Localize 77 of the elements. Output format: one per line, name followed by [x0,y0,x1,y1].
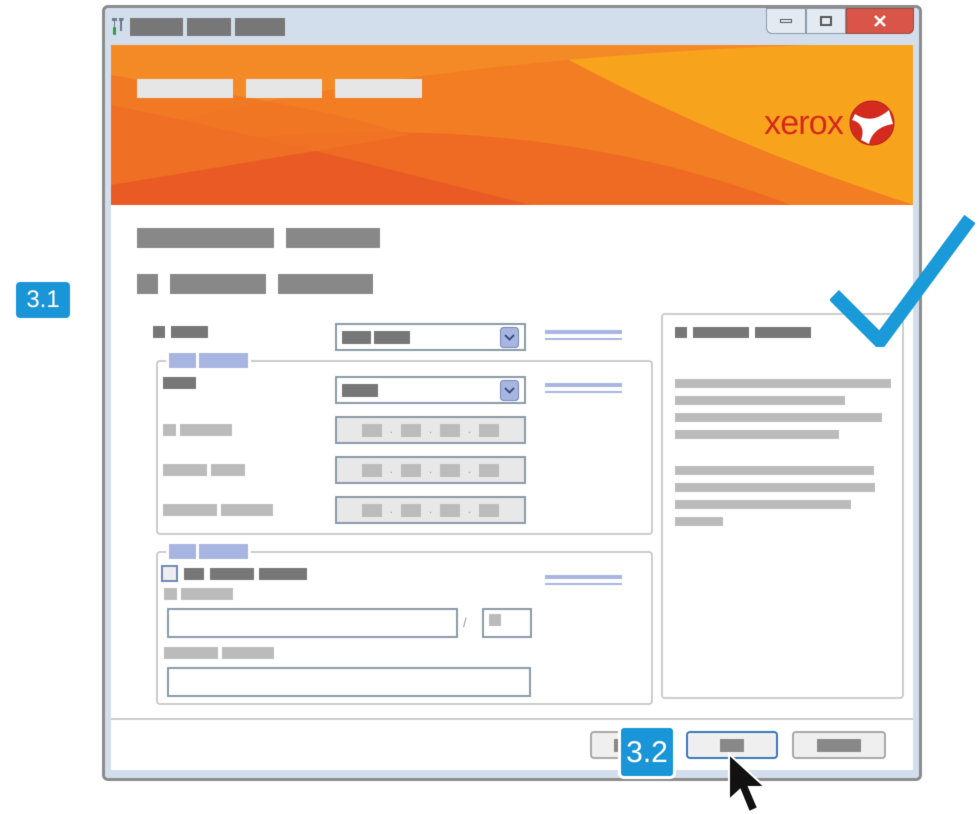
minimize-button[interactable] [766,8,806,34]
redacted-text [675,327,687,338]
separator: . [428,504,432,516]
redacted-text [693,327,749,338]
maximize-button[interactable] [806,8,846,34]
redacted-text [199,544,248,559]
separator: . [468,504,472,516]
chevron-down-icon [500,326,519,348]
redacted-text [400,464,421,476]
separator: . [468,424,472,436]
separator: . [390,424,393,436]
tools-icon [110,16,126,36]
separator: . [390,504,393,516]
redacted-text [440,504,460,516]
redacted-text [163,504,217,516]
checkbox[interactable] [161,565,178,582]
separator: . [428,464,432,476]
redacted-text [164,588,177,600]
redacted-text [342,330,371,344]
separator: . [468,464,472,476]
redacted-text [153,326,165,338]
ip-address-field[interactable]: . . . [335,496,526,524]
close-icon [874,15,886,27]
dropdown[interactable] [335,376,526,404]
redacted-text [184,568,204,580]
redacted-text [221,504,273,516]
redacted-text [211,464,245,476]
ip-address-field[interactable]: . . . [335,456,526,484]
redacted-text [163,424,176,436]
redacted-text [171,326,208,338]
step-badge: 3.2 [618,725,676,779]
redacted-text [479,464,500,476]
redacted-text [400,424,421,436]
redacted-text [199,353,248,368]
close-button[interactable] [846,8,914,34]
dialog-button[interactable] [590,731,621,759]
redacted-text [169,544,196,559]
redacted-text [163,377,196,389]
redacted-text [479,424,500,436]
redacted-text [489,614,501,626]
brand-logo: xerox [764,106,843,140]
redacted-text [400,504,421,516]
redacted-text [362,504,382,516]
redacted-text [479,504,500,516]
sphere-icon [849,100,895,146]
redacted-text [187,18,231,36]
redacted-text [755,327,811,338]
redacted-text [210,568,254,580]
separator: . [428,424,432,436]
redacted-text [362,424,382,436]
redacted-text [163,464,207,476]
input-field[interactable] [482,608,532,638]
redacted-text [137,274,158,294]
chevron-down-icon [500,380,519,400]
redacted-text [342,384,378,396]
ip-address-field[interactable]: . . . [335,416,526,444]
dialog-button[interactable] [792,731,886,759]
step-badge: 3.1 [16,282,70,318]
input-field[interactable] [167,667,531,697]
redacted-text [164,647,218,659]
redacted-text [222,647,274,659]
separator: . [390,464,393,476]
redacted-text [374,330,410,344]
redacted-text [362,464,382,476]
redacted-text [235,18,285,36]
redacted-text [181,588,233,600]
separator: / [463,614,468,632]
redacted-text [169,353,196,368]
dialog-button[interactable] [686,731,778,759]
input-field[interactable] [167,608,458,638]
redacted-text [440,464,460,476]
redacted-text [259,568,307,580]
dropdown[interactable] [335,323,526,351]
redacted-text [130,18,183,36]
redacted-text [440,424,460,436]
redacted-text [180,424,232,436]
checkmark-icon [830,215,975,347]
